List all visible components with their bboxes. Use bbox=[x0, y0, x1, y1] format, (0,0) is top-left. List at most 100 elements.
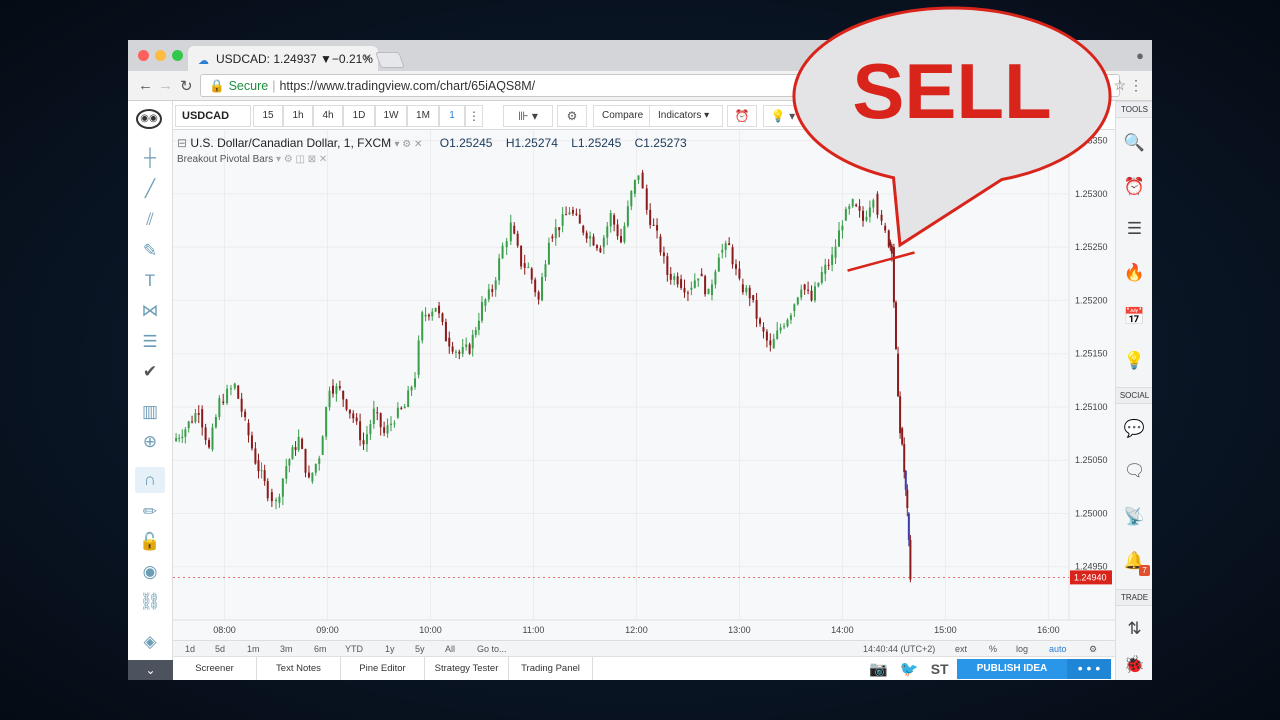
watchlist-icon[interactable]: ☰ bbox=[1116, 219, 1152, 239]
panel-tab-text-notes[interactable]: Text Notes bbox=[257, 657, 341, 680]
indicators-button[interactable]: Indicators ▾ bbox=[649, 105, 723, 127]
eye-icon[interactable]: ◉ bbox=[135, 559, 165, 585]
interval-button-selected[interactable]: 1 bbox=[439, 105, 465, 127]
range-button[interactable]: 1d bbox=[185, 644, 195, 654]
close-window-button[interactable] bbox=[138, 50, 149, 61]
chevron-down-icon[interactable]: ⌄ bbox=[128, 660, 173, 680]
back-icon[interactable]: ← bbox=[138, 77, 153, 94]
bookmark-star-icon[interactable]: ☆ bbox=[1113, 77, 1126, 94]
candle-body bbox=[680, 279, 683, 288]
crosshair-icon[interactable]: ┼ bbox=[135, 145, 165, 171]
publish-idea-button[interactable]: PUBLISH IDEA bbox=[957, 659, 1067, 679]
clock-text[interactable]: 14:40:44 (UTC+2) bbox=[863, 644, 935, 654]
interval-button[interactable]: 1D bbox=[343, 105, 375, 127]
interval-button[interactable]: 1h bbox=[283, 105, 313, 127]
order-panel-icon[interactable]: ⇅ bbox=[1116, 619, 1152, 639]
trend-line[interactable] bbox=[847, 251, 915, 272]
range-button[interactable]: 6m bbox=[314, 644, 327, 654]
forward-icon[interactable]: → bbox=[158, 77, 173, 94]
interval-more-icon[interactable]: ⋮ bbox=[465, 105, 483, 127]
bar-style-icon[interactable]: ⊪ ▾ bbox=[503, 105, 553, 127]
publish-more-button[interactable]: • • • bbox=[1067, 659, 1111, 679]
reload-icon[interactable]: ↻ bbox=[180, 77, 193, 95]
range-button[interactable]: 5d bbox=[215, 644, 225, 654]
interval-button[interactable]: 1W bbox=[375, 105, 407, 127]
symbol-search-input[interactable]: USDCAD bbox=[175, 105, 251, 127]
magnet-icon[interactable]: ∩ bbox=[135, 467, 165, 493]
range-button[interactable]: 1y bbox=[385, 644, 395, 654]
axis-settings-icon[interactable]: ⚙ bbox=[1089, 644, 1097, 655]
indicator-controls-icon[interactable]: ▾ ⚙ ◫ ⊠ ✕ bbox=[276, 154, 327, 165]
pattern-icon[interactable]: ⋈ bbox=[135, 298, 165, 324]
hotlist-icon[interactable]: 🔥 bbox=[1116, 263, 1152, 283]
checkmark-icon[interactable]: ✔ bbox=[135, 359, 165, 385]
price-chart[interactable]: 1.25350 1.25300 1.25250 1.25200 1.25150 1.251… bbox=[173, 130, 1115, 640]
range-button[interactable]: YTD bbox=[345, 644, 363, 654]
legend-close: C1.25273 bbox=[634, 136, 687, 150]
candle-body bbox=[175, 437, 178, 442]
brush-icon[interactable]: ✎ bbox=[135, 238, 165, 264]
compare-button[interactable]: Compare bbox=[593, 105, 653, 127]
url-input[interactable]: 🔒 Secure | https://www.tradingview.com/char… bbox=[200, 74, 1120, 97]
legend-dropdown-icon[interactable]: ▾ ⚙ ✕ bbox=[395, 139, 423, 150]
search-icon[interactable]: 🔍 bbox=[1116, 133, 1152, 153]
browser-tab[interactable]: ☁ USDCAD: 1.24937 ▼−0.21% × bbox=[188, 46, 378, 71]
chat-icon[interactable]: 💬 bbox=[1116, 419, 1152, 439]
tradingview-logo[interactable]: ◉◉ bbox=[136, 109, 162, 129]
log-toggle[interactable]: log bbox=[1016, 644, 1028, 654]
candle-body bbox=[396, 407, 399, 418]
lightbulb-icon[interactable]: 💡 ▾ bbox=[763, 105, 803, 127]
measure-icon[interactable]: ▥ bbox=[135, 399, 165, 425]
interval-button[interactable]: 4h bbox=[313, 105, 343, 127]
stay-drawing-icon[interactable]: ✏ bbox=[135, 499, 165, 525]
interval-button[interactable]: 1M bbox=[407, 105, 439, 127]
fib-icon[interactable]: ☰ bbox=[135, 329, 165, 355]
stocktwits-icon[interactable]: ST bbox=[931, 661, 949, 677]
link-icon[interactable]: ⛓ bbox=[135, 589, 165, 615]
auto-toggle[interactable]: auto bbox=[1049, 644, 1067, 654]
range-button[interactable]: 5y bbox=[415, 644, 425, 654]
browser-menu-icon[interactable]: ⋮ bbox=[1129, 77, 1143, 94]
text-tool-icon[interactable]: T bbox=[135, 268, 165, 294]
tab-close-icon[interactable]: × bbox=[363, 51, 370, 65]
alert-icon[interactable]: ⏰ bbox=[727, 105, 757, 127]
range-button[interactable]: 3m bbox=[280, 644, 293, 654]
candle-body bbox=[237, 385, 240, 399]
ideas-icon[interactable]: 💡 bbox=[1116, 351, 1152, 371]
panel-tab-strategy-tester[interactable]: Strategy Tester bbox=[425, 657, 509, 680]
lock-drawings-icon[interactable]: 🔓 bbox=[135, 529, 165, 555]
camera-icon[interactable]: 📷 bbox=[869, 661, 888, 678]
layers-icon[interactable]: ◈ bbox=[135, 629, 165, 655]
bug-icon[interactable]: 🐞 bbox=[1116, 655, 1152, 675]
panel-tab-screener[interactable]: Screener bbox=[173, 657, 257, 680]
interval-button[interactable]: 15 bbox=[253, 105, 283, 127]
indicator-legend[interactable]: Breakout Pivotal Bars ▾ ⚙ ◫ ⊠ ✕ bbox=[177, 154, 327, 165]
bottom-bar: 1d 5d 1m 3m 6m YTD 1y 5y All Go to... 14… bbox=[173, 640, 1115, 680]
chart-area[interactable]: 1.25350 1.25300 1.25250 1.25200 1.25150 1.251… bbox=[173, 130, 1115, 640]
trend-line-icon[interactable]: ╱ bbox=[135, 176, 165, 202]
range-button[interactable]: 1m bbox=[247, 644, 260, 654]
twitter-icon[interactable]: 🐦 bbox=[900, 661, 919, 678]
legend-collapse-icon[interactable]: ⊟ bbox=[177, 136, 187, 150]
percent-toggle[interactable]: % bbox=[989, 644, 997, 654]
panel-tab-pine-editor[interactable]: Pine Editor bbox=[341, 657, 425, 680]
range-button[interactable]: All bbox=[445, 644, 455, 654]
panel-tab-trading-panel[interactable]: Trading Panel bbox=[509, 657, 593, 680]
ext-toggle[interactable]: ext bbox=[955, 644, 967, 654]
zoom-in-icon[interactable]: ⊕ bbox=[135, 429, 165, 455]
zoom-window-button[interactable] bbox=[172, 50, 183, 61]
candle-body bbox=[181, 436, 184, 438]
candle-body bbox=[266, 481, 269, 499]
profile-icon[interactable]: ● bbox=[1136, 48, 1144, 63]
private-chat-icon[interactable]: 🗨 bbox=[1116, 461, 1152, 481]
pitchfork-icon[interactable]: ⫽ bbox=[135, 207, 165, 233]
settings-gear-icon[interactable]: ⚙ bbox=[557, 105, 587, 127]
alarm-icon[interactable]: ⏰ bbox=[1116, 177, 1152, 197]
y-tick-label: 1.25150 bbox=[1075, 349, 1108, 359]
minimize-window-button[interactable] bbox=[155, 50, 166, 61]
goto-button[interactable]: Go to... bbox=[477, 644, 507, 654]
new-tab-button[interactable] bbox=[375, 52, 405, 68]
calendar-icon[interactable]: 📅 bbox=[1116, 307, 1152, 327]
streams-icon[interactable]: 📡 bbox=[1116, 507, 1152, 527]
candle-body bbox=[431, 311, 434, 317]
